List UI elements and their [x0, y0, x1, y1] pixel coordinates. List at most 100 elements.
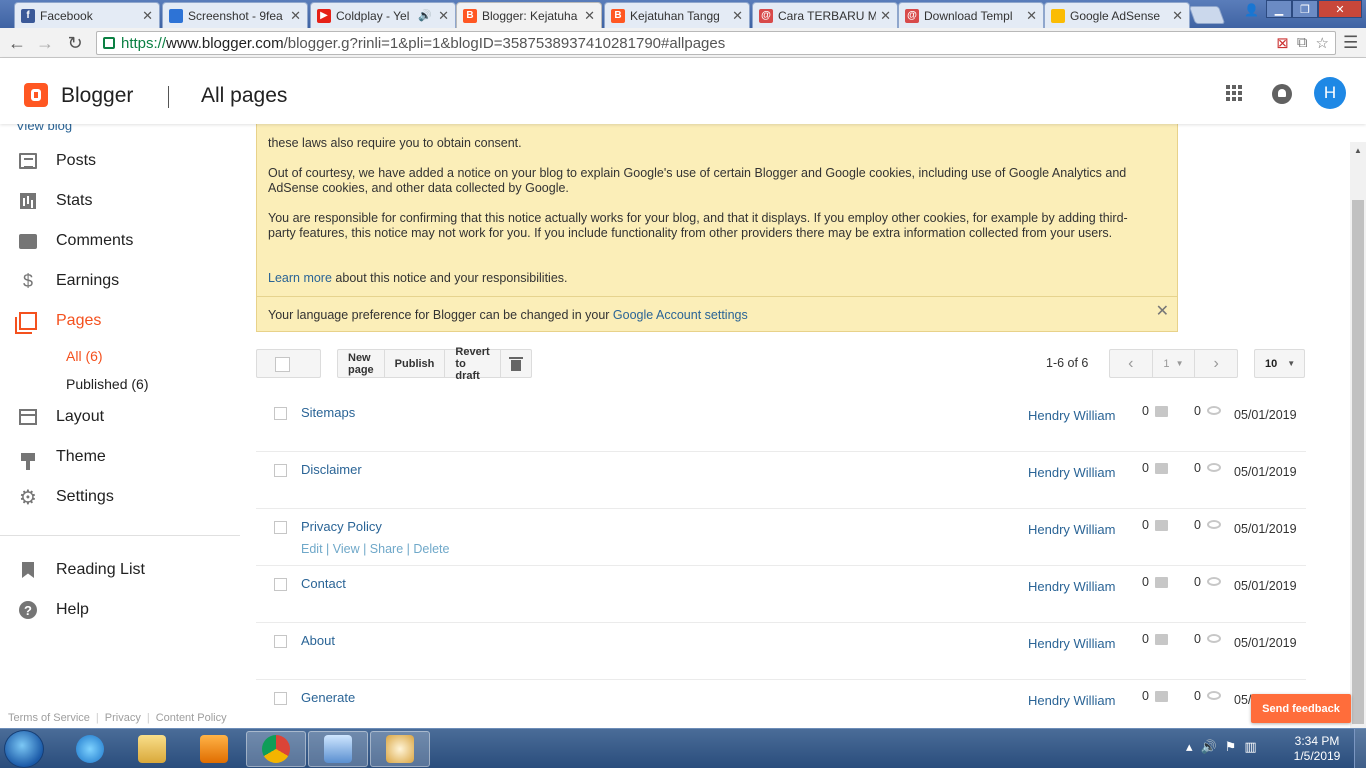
- scroll-thumb[interactable]: [1352, 200, 1364, 724]
- close-window-button[interactable]: ✕: [1318, 0, 1362, 18]
- author-link[interactable]: Hendry William: [1028, 693, 1115, 708]
- restore-button[interactable]: ❐: [1292, 0, 1318, 18]
- taskbar-remote-desktop[interactable]: [308, 731, 368, 767]
- close-icon[interactable]: ✕: [1026, 8, 1037, 24]
- apps-grid-icon[interactable]: [1226, 85, 1242, 101]
- close-icon[interactable]: ✕: [438, 8, 449, 24]
- page-title-link[interactable]: Sitemaps: [301, 405, 355, 420]
- action-center-flag-icon[interactable]: ⚑: [1225, 739, 1237, 755]
- page-title-link[interactable]: Generate: [301, 690, 355, 705]
- page-scrollbar[interactable]: ▲: [1350, 142, 1366, 728]
- row-checkbox[interactable]: [274, 692, 287, 705]
- sidebar-item-pages[interactable]: Pages: [0, 303, 240, 339]
- taskbar-internet-explorer[interactable]: [60, 731, 120, 767]
- page-title-link[interactable]: About: [301, 633, 335, 648]
- row-checkbox[interactable]: [274, 521, 287, 534]
- publish-button[interactable]: Publish: [385, 350, 446, 377]
- tab-blogger-active[interactable]: B Blogger: Kejatuha ✕: [456, 2, 602, 28]
- close-icon[interactable]: ✕: [1156, 304, 1169, 320]
- tab-kejatuhan[interactable]: B Kejatuhan Tangg ✕: [604, 2, 750, 28]
- blogger-logo-icon[interactable]: [24, 83, 48, 107]
- taskbar-media-player[interactable]: [184, 731, 244, 767]
- row-checkbox[interactable]: [274, 464, 287, 477]
- google-account-settings-link[interactable]: Google Account settings: [613, 308, 748, 322]
- minimize-button[interactable]: ▁: [1266, 0, 1292, 18]
- brand-name[interactable]: Blogger: [61, 84, 133, 108]
- learn-more-link[interactable]: Learn more: [268, 271, 332, 285]
- close-icon[interactable]: ✕: [142, 8, 153, 24]
- back-arrow-icon[interactable]: ←: [6, 32, 28, 54]
- sidebar-item-comments[interactable]: Comments: [0, 223, 240, 259]
- revert-to-draft-button[interactable]: Revert to draft: [445, 346, 501, 382]
- close-icon[interactable]: ✕: [1172, 8, 1183, 24]
- page-select[interactable]: 1 ▼: [1153, 350, 1196, 377]
- author-link[interactable]: Hendry William: [1028, 465, 1115, 480]
- page-title-link[interactable]: Contact: [301, 576, 346, 591]
- network-icon[interactable]: ▥: [1244, 739, 1256, 755]
- taskbar-chrome[interactable]: [246, 731, 306, 767]
- sidebar-item-stats[interactable]: Stats: [0, 183, 240, 219]
- tab-facebook[interactable]: f Facebook ✕: [14, 2, 160, 28]
- bookmark-star-icon[interactable]: ☆: [1316, 34, 1329, 52]
- author-link[interactable]: Hendry William: [1028, 579, 1115, 594]
- forward-arrow-icon[interactable]: →: [34, 32, 56, 54]
- blocked-popup-icon[interactable]: ⊠: [1276, 34, 1289, 52]
- new-page-button[interactable]: New page: [338, 350, 385, 377]
- tab-adsense[interactable]: Google AdSense ✕: [1044, 2, 1190, 28]
- sidebar-item-label: Stats: [56, 192, 93, 209]
- scroll-up-arrow-icon[interactable]: ▲: [1354, 146, 1362, 155]
- tab-youtube[interactable]: ▶ Coldplay - Yel 🔊 ✕: [310, 2, 456, 28]
- select-all-checkbox[interactable]: [256, 349, 321, 378]
- taskbar-clock[interactable]: 3:34 PM 1/5/2019: [1290, 734, 1344, 764]
- row-actions[interactable]: Edit | View | Share | Delete: [301, 542, 449, 556]
- author-link[interactable]: Hendry William: [1028, 636, 1115, 651]
- sidebar-subitem-published[interactable]: Published (6): [66, 376, 149, 392]
- browser-menu-icon[interactable]: ☰: [1343, 33, 1358, 53]
- taskbar-paint[interactable]: [370, 731, 430, 767]
- translate-icon[interactable]: ⧉: [1297, 34, 1308, 52]
- start-button[interactable]: [4, 730, 44, 768]
- content-policy-link[interactable]: Content Policy: [156, 712, 227, 724]
- address-bar[interactable]: https://www.blogger.com/blogger.g?rinli=…: [96, 31, 1336, 55]
- reload-icon[interactable]: ↻: [64, 32, 86, 54]
- next-page-button[interactable]: ›: [1195, 350, 1237, 377]
- folder-icon: [138, 735, 166, 763]
- author-link[interactable]: Hendry William: [1028, 408, 1115, 423]
- sidebar-item-settings[interactable]: ⚙ Settings: [0, 479, 240, 515]
- sidebar-item-theme[interactable]: Theme: [0, 439, 240, 475]
- notifications-bell-icon[interactable]: [1272, 84, 1292, 104]
- sidebar-item-help[interactable]: ? Help: [0, 592, 240, 628]
- sidebar-item-earnings[interactable]: $ Earnings: [0, 263, 240, 299]
- sidebar-subitem-all[interactable]: All (6): [66, 348, 103, 364]
- author-link[interactable]: Hendry William: [1028, 522, 1115, 537]
- page-title-link[interactable]: Disclaimer: [301, 462, 362, 477]
- user-profile-icon[interactable]: 👤: [1244, 3, 1259, 17]
- new-tab-button[interactable]: [1188, 6, 1226, 24]
- bookmark-icon: [18, 560, 38, 580]
- row-checkbox[interactable]: [274, 578, 287, 591]
- sidebar-item-posts[interactable]: Posts: [0, 143, 240, 179]
- page-title-link[interactable]: Privacy Policy: [301, 519, 382, 534]
- prev-page-button[interactable]: ‹: [1110, 350, 1153, 377]
- close-icon[interactable]: ✕: [880, 8, 891, 24]
- sidebar-item-reading-list[interactable]: Reading List: [0, 552, 240, 588]
- close-icon[interactable]: ✕: [584, 8, 595, 24]
- privacy-link[interactable]: Privacy: [105, 712, 141, 724]
- close-icon[interactable]: ✕: [290, 8, 301, 24]
- tab-screenshot[interactable]: Screenshot - 9fea ✕: [162, 2, 308, 28]
- row-checkbox[interactable]: [274, 635, 287, 648]
- send-feedback-button[interactable]: Send feedback: [1251, 694, 1351, 723]
- show-desktop-button[interactable]: [1354, 729, 1366, 768]
- tab-cara-terbaru[interactable]: @ Cara TERBARU M ✕: [752, 2, 898, 28]
- avatar[interactable]: H: [1314, 77, 1346, 109]
- delete-button[interactable]: [501, 350, 531, 377]
- terms-link[interactable]: Terms of Service: [8, 712, 90, 724]
- row-checkbox[interactable]: [274, 407, 287, 420]
- tab-download-template[interactable]: @ Download Templ ✕: [898, 2, 1044, 28]
- close-icon[interactable]: ✕: [732, 8, 743, 24]
- taskbar-file-explorer[interactable]: [122, 731, 182, 767]
- volume-icon[interactable]: 🔊: [1201, 739, 1217, 755]
- sidebar-item-layout[interactable]: Layout: [0, 399, 240, 435]
- per-page-select[interactable]: 10 ▼: [1254, 349, 1305, 378]
- show-hidden-icons-icon[interactable]: ▴: [1186, 739, 1193, 755]
